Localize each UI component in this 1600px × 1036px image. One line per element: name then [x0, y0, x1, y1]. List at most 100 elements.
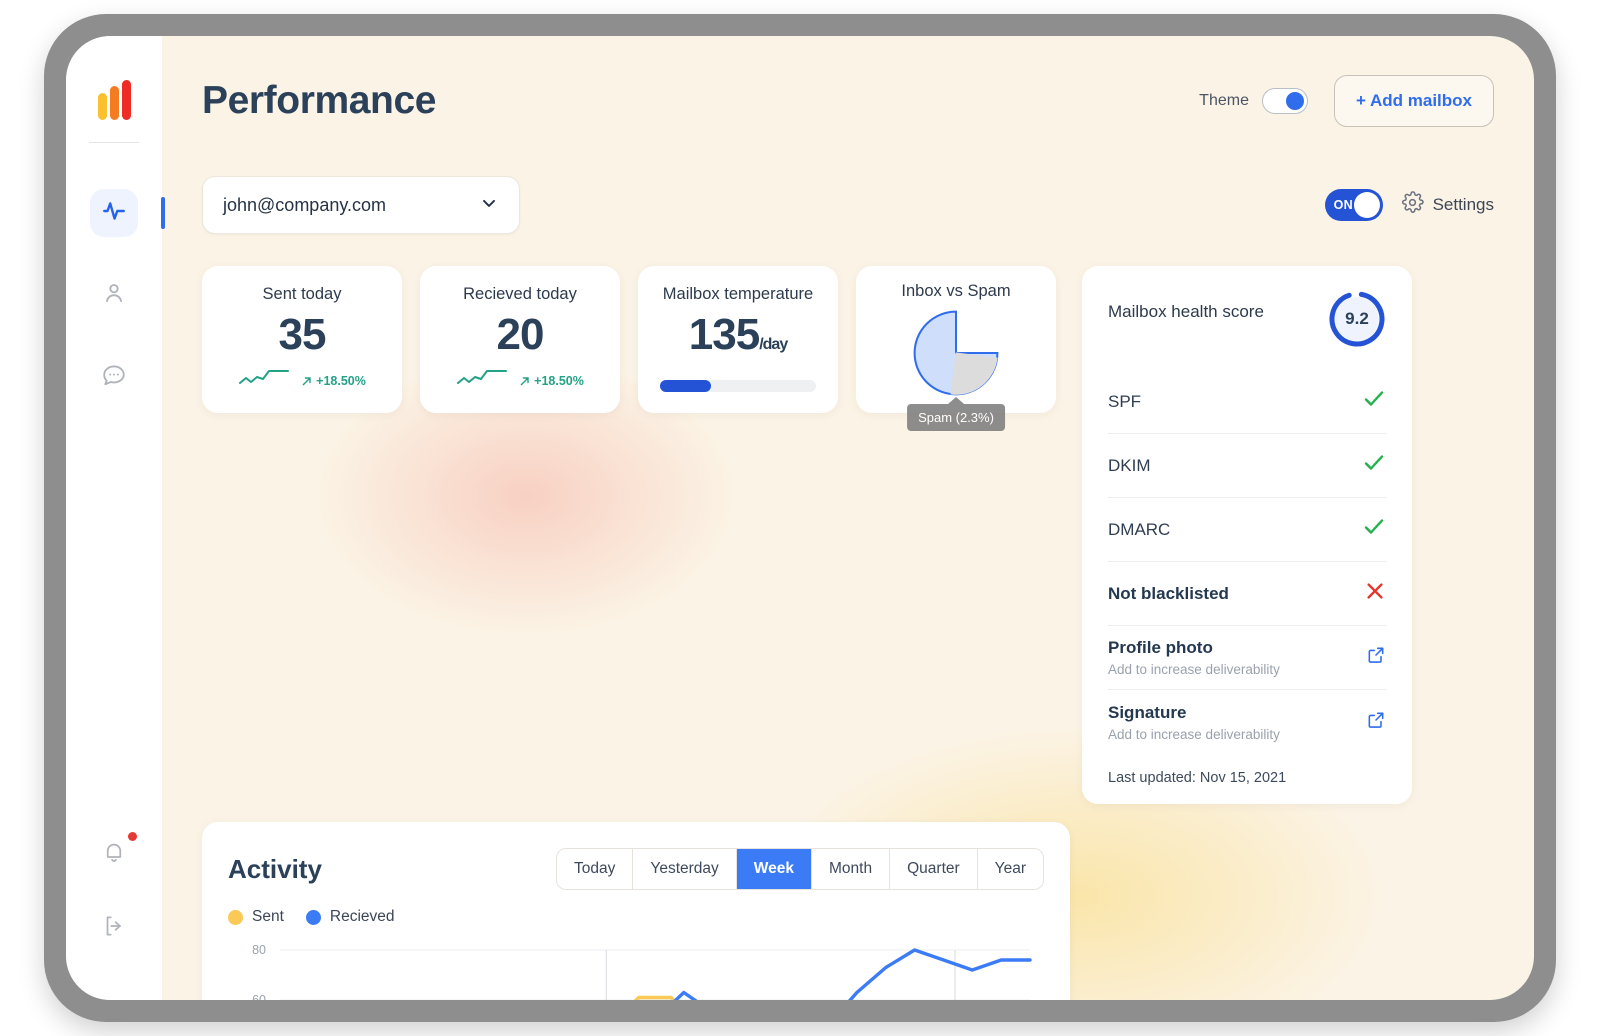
- health-row-text: Not blacklisted: [1108, 584, 1229, 604]
- health-row-status-icon[interactable]: [1366, 645, 1386, 670]
- activity-title: Activity: [228, 854, 322, 885]
- pie-chart-svg: [910, 307, 1002, 399]
- tablet-frame: Performance Theme + Add mailbox john@com…: [44, 14, 1556, 1022]
- health-row: DKIM: [1108, 434, 1386, 498]
- check-icon: [1362, 451, 1386, 475]
- stat-card-temperature: Mailbox temperature 135/day: [638, 266, 838, 413]
- logo-bar-3: [122, 80, 131, 120]
- pie-title: Inbox vs Spam: [856, 282, 1056, 301]
- add-mailbox-button[interactable]: + Add mailbox: [1334, 75, 1494, 127]
- logout-icon: [101, 913, 127, 944]
- pie-slice-spam: [951, 353, 997, 399]
- health-row-label: Not blacklisted: [1108, 584, 1229, 604]
- theme-toggle-group: Theme: [1199, 88, 1308, 114]
- check-icon: [1362, 387, 1386, 411]
- tab-quarter[interactable]: Quarter: [890, 849, 978, 889]
- legend-item-received: Recieved: [306, 908, 395, 926]
- mailbox-select-value: john@company.com: [223, 195, 386, 216]
- health-score-gauge: 9.2: [1328, 290, 1386, 348]
- health-title: Mailbox health score: [1108, 290, 1264, 322]
- bell-icon: [101, 839, 127, 870]
- activity-line-chart-svg: 020406080: [228, 940, 1044, 1000]
- health-row-sublabel: Add to increase deliverability: [1108, 727, 1280, 742]
- main-content: Performance Theme + Add mailbox john@com…: [162, 36, 1534, 1000]
- external-link-icon: [1366, 710, 1386, 730]
- stat-delta: +18.50%: [302, 374, 366, 388]
- tab-year[interactable]: Year: [978, 849, 1043, 889]
- sidebar-item-activity[interactable]: [90, 189, 138, 237]
- stat-title: Mailbox temperature: [652, 285, 824, 304]
- app-logo[interactable]: [98, 80, 131, 120]
- legend-item-sent: Sent: [228, 908, 284, 926]
- activity-chart: 020406080 Feb 03, 2021 40 sent Feb 04, 2…: [228, 940, 1044, 1000]
- stat-footer: +18.50%: [434, 368, 606, 393]
- health-row-status-icon[interactable]: [1366, 710, 1386, 735]
- temperature-value: 135: [689, 310, 759, 359]
- settings-label: Settings: [1433, 195, 1494, 215]
- legend-dot-received: [306, 910, 321, 925]
- health-row-text: Profile photoAdd to increase deliverabil…: [1108, 638, 1280, 677]
- health-row-label: SPF: [1108, 392, 1141, 412]
- temperature-unit: /day: [759, 336, 787, 353]
- sidebar-bottom-nav: [90, 830, 138, 952]
- stat-footer: +18.50%: [216, 368, 388, 393]
- sidebar-item-logout[interactable]: [90, 904, 138, 952]
- health-row-label: DMARC: [1108, 520, 1170, 540]
- logo-bar-2: [110, 86, 119, 120]
- tab-week[interactable]: Week: [737, 849, 812, 889]
- person-icon: [101, 280, 127, 311]
- stat-title: Sent today: [216, 285, 388, 304]
- tab-month[interactable]: Month: [812, 849, 890, 889]
- arrow-up-right-icon: [520, 376, 530, 386]
- sidebar-item-notifications[interactable]: [90, 830, 138, 878]
- mailbox-enabled-toggle[interactable]: ON: [1325, 189, 1383, 221]
- health-score-value: 9.2: [1328, 290, 1386, 348]
- sparkline-icon: [238, 368, 290, 393]
- health-row-text: SignatureAdd to increase deliverability: [1108, 703, 1280, 742]
- health-row-label: DKIM: [1108, 456, 1151, 476]
- chart-line-recieved: [280, 950, 1030, 1000]
- sidebar-nav: [66, 189, 162, 401]
- toggle-on-label: ON: [1334, 198, 1354, 212]
- health-row-status-icon: [1362, 387, 1386, 416]
- card-mailbox-health: Mailbox health score 9.2 SPF DKIM DMARC Not…: [1082, 266, 1412, 804]
- check-icon: [1362, 515, 1386, 539]
- stat-delta-text: +18.50%: [534, 374, 584, 388]
- controls-row: john@company.com ON: [202, 176, 1494, 234]
- stat-card-received: Recieved today 20 +18.50%: [420, 266, 620, 413]
- sparkline-icon: [456, 368, 508, 393]
- page-title: Performance: [202, 79, 436, 123]
- mailbox-select[interactable]: john@company.com: [202, 176, 520, 234]
- stat-delta: +18.50%: [520, 374, 584, 388]
- temperature-progress-fill: [660, 380, 711, 392]
- stat-value: 35: [216, 310, 388, 360]
- health-row-text: DKIM: [1108, 456, 1151, 476]
- sidebar-item-messages[interactable]: [90, 353, 138, 401]
- sidebar-item-profile[interactable]: [90, 271, 138, 319]
- health-row-status-icon: [1362, 515, 1386, 544]
- health-header: Mailbox health score 9.2: [1108, 290, 1386, 348]
- health-row[interactable]: SignatureAdd to increase deliverability: [1108, 690, 1386, 754]
- card-activity: Activity TodayYesterdayWeekMonthQuarterY…: [202, 822, 1070, 1000]
- health-row-text: SPF: [1108, 392, 1141, 412]
- chart-y-tick: 80: [252, 943, 266, 957]
- temperature-progress-track: [660, 380, 816, 392]
- sidebar-divider: [89, 142, 139, 143]
- theme-toggle-knob: [1286, 92, 1304, 110]
- legend-label-sent: Sent: [252, 908, 284, 926]
- health-check-list: SPF DKIM DMARC Not blacklisted Profile photo…: [1108, 370, 1386, 754]
- tab-today[interactable]: Today: [557, 849, 633, 889]
- theme-toggle[interactable]: [1262, 88, 1308, 114]
- legend-label-received: Recieved: [330, 908, 395, 926]
- health-row: SPF: [1108, 370, 1386, 434]
- activity-pulse-icon: [101, 198, 127, 229]
- stat-title: Recieved today: [434, 285, 606, 304]
- tab-yesterday[interactable]: Yesterday: [633, 849, 736, 889]
- arrow-up-right-icon: [302, 376, 312, 386]
- health-row-label: Profile photo: [1108, 638, 1280, 658]
- settings-link[interactable]: Settings: [1401, 191, 1494, 219]
- external-link-icon: [1366, 645, 1386, 665]
- health-row[interactable]: Profile photoAdd to increase deliverabil…: [1108, 626, 1386, 690]
- stat-value: 20: [434, 310, 606, 360]
- stat-cards-row: Sent today 35 +18.50%: [202, 266, 1494, 804]
